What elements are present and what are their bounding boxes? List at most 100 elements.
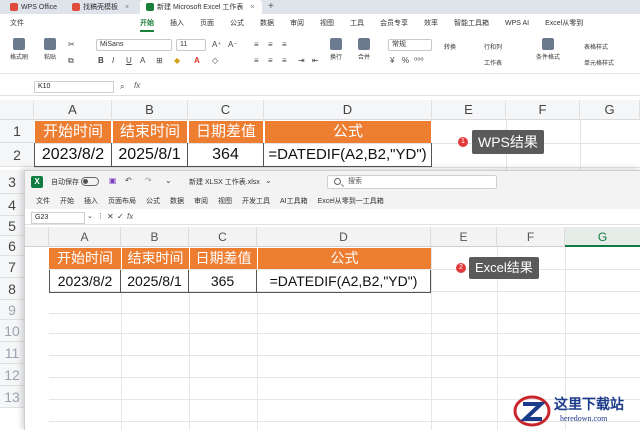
menu-home[interactable]: 开始 — [132, 14, 162, 34]
row-header-5[interactable]: 5 — [0, 216, 24, 236]
zoom-icon[interactable]: ⌕ — [120, 82, 124, 92]
menu-smart-toolbox[interactable]: 智能工具箱 — [446, 14, 497, 34]
worksheet-button[interactable]: 工作表 — [484, 58, 502, 67]
underline-icon[interactable]: U — [126, 56, 132, 65]
cancel-icon[interactable]: ✕ — [107, 212, 114, 221]
row-header-13[interactable]: 13 — [0, 386, 24, 408]
menu-file[interactable]: 文件 — [31, 196, 55, 206]
paste-button[interactable]: 粘贴 — [44, 38, 56, 61]
select-all-corner[interactable] — [25, 227, 49, 247]
column-header-c[interactable]: C — [189, 227, 257, 247]
column-header-a[interactable]: A — [34, 100, 112, 120]
cell-style-button[interactable]: 单元格样式 — [584, 58, 614, 67]
align-top-icon[interactable]: ≡ — [254, 40, 259, 49]
cell-c1[interactable]: 日期差值 — [190, 248, 257, 269]
row-header-6[interactable]: 6 — [0, 236, 24, 256]
column-header-e[interactable]: E — [432, 100, 506, 120]
menu-excel-toolbox[interactable]: Excel从零到一工具箱 — [313, 196, 389, 206]
cell-c2[interactable]: 364 — [188, 143, 264, 167]
percent-icon[interactable]: % — [402, 56, 409, 65]
cell-a2[interactable]: 2023/8/2 — [34, 143, 112, 167]
column-header-g[interactable]: G — [580, 100, 640, 120]
align-right-icon[interactable]: ≡ — [282, 56, 287, 65]
indent-icon[interactable]: ⇥ — [298, 56, 305, 65]
menu-member[interactable]: 会员专享 — [372, 14, 416, 34]
chevron-down-icon[interactable]: ⌄ — [265, 176, 272, 185]
name-box[interactable]: K10 — [34, 81, 114, 93]
wrap-text-button[interactable]: 换行 — [330, 38, 342, 61]
cell-d1[interactable]: 公式 — [258, 248, 431, 269]
column-header-f[interactable]: F — [497, 227, 565, 247]
select-all-corner[interactable] — [0, 100, 34, 120]
menu-data[interactable]: 数据 — [252, 14, 282, 34]
menu-page[interactable]: 页面 — [192, 14, 222, 34]
border-icon[interactable]: ⊞ — [156, 56, 163, 65]
format-painter-button[interactable]: 格式刷 — [10, 38, 28, 61]
close-icon[interactable]: × — [250, 4, 254, 11]
strikethrough-icon[interactable]: A — [140, 56, 145, 65]
bold-icon[interactable]: B — [98, 56, 104, 65]
align-center-icon[interactable]: ≡ — [268, 56, 273, 65]
menu-page-layout[interactable]: 页面布局 — [103, 196, 141, 206]
menu-formula[interactable]: 公式 — [222, 14, 252, 34]
column-header-d[interactable]: D — [264, 100, 432, 120]
cell-c1[interactable]: 日期差值 — [189, 121, 263, 143]
tab-template[interactable]: 找稿壳模板 × — [66, 0, 135, 14]
fill-color-icon[interactable]: ◆ — [174, 56, 180, 65]
quick-access-dropdown-icon[interactable]: ⌄ — [165, 176, 172, 185]
column-header-g[interactable]: G — [565, 227, 640, 247]
name-box-dropdown-icon[interactable]: ⌄ — [87, 212, 93, 220]
menu-data[interactable]: 数据 — [165, 196, 189, 206]
column-header-c[interactable]: C — [188, 100, 264, 120]
cell-d2[interactable]: =DATEDIF(A2,B2,"YD") — [257, 270, 431, 293]
font-shrink-icon[interactable]: A⁻ — [228, 40, 238, 49]
cell-a1[interactable]: 开始时间 — [49, 248, 121, 269]
convert-button[interactable]: 转换 — [444, 42, 456, 51]
font-grow-icon[interactable]: A⁺ — [212, 40, 222, 49]
cell-b2[interactable]: 2025/8/1 — [112, 143, 188, 167]
search-input[interactable]: 搜索 — [327, 175, 497, 189]
column-header-b[interactable]: B — [121, 227, 189, 247]
column-header-b[interactable]: B — [112, 100, 188, 120]
row-header-3[interactable]: 3 — [0, 170, 24, 194]
menu-excel-zero[interactable]: Excel从零到 — [537, 14, 591, 34]
row-header-2[interactable]: 2 — [0, 143, 34, 167]
cell-b1[interactable]: 结束时间 — [113, 121, 187, 143]
row-header-10[interactable]: 10 — [0, 320, 24, 342]
cell-b2[interactable]: 2025/8/1 — [121, 270, 189, 293]
cell-d1[interactable]: 公式 — [265, 121, 431, 143]
cut-icon[interactable]: ✂ — [68, 40, 75, 49]
menu-file[interactable]: 文件 — [0, 14, 32, 34]
tab-excel-doc[interactable]: 新建 Microsoft Excel 工作表 × — [140, 0, 262, 14]
menu-insert[interactable]: 插入 — [79, 196, 103, 206]
fx-icon[interactable]: fx — [134, 81, 140, 90]
column-header-a[interactable]: A — [49, 227, 121, 247]
merge-button[interactable]: 合并 — [358, 38, 370, 61]
row-header-8[interactable]: 8 — [0, 278, 24, 300]
fx-icon[interactable]: fx — [127, 212, 133, 221]
font-color-icon[interactable]: A — [194, 56, 200, 65]
column-header-f[interactable]: F — [506, 100, 580, 120]
cell-a2[interactable]: 2023/8/2 — [49, 270, 121, 293]
cell-d2[interactable]: =DATEDIF(A2,B2,"YD") — [264, 143, 432, 167]
font-name-select[interactable]: MiSans — [96, 39, 172, 51]
currency-icon[interactable]: ¥ — [390, 56, 394, 65]
row-header-9[interactable]: 9 — [0, 300, 24, 320]
clear-format-icon[interactable]: ◇ — [212, 56, 218, 65]
new-tab-plus-icon[interactable]: + — [268, 0, 274, 14]
rows-cols-button[interactable]: 行和列 — [484, 42, 502, 51]
number-format-select[interactable]: 常规 — [388, 39, 432, 51]
align-left-icon[interactable]: ≡ — [254, 56, 259, 65]
menu-view[interactable]: 视图 — [213, 196, 237, 206]
close-icon[interactable]: × — [125, 4, 129, 11]
table-style-button[interactable]: 表格样式 — [584, 42, 608, 51]
column-header-e[interactable]: E — [431, 227, 497, 247]
enter-icon[interactable]: ✓ — [117, 212, 124, 221]
align-bottom-icon[interactable]: ≡ — [282, 40, 287, 49]
menu-developer[interactable]: 开发工具 — [237, 196, 275, 206]
cell-c2[interactable]: 365 — [189, 270, 257, 293]
thousands-icon[interactable]: ⁰⁰⁰ — [414, 56, 424, 65]
menu-view[interactable]: 视图 — [312, 14, 342, 34]
undo-icon[interactable]: ↶ — [125, 176, 132, 185]
cell-a1[interactable]: 开始时间 — [35, 121, 111, 143]
